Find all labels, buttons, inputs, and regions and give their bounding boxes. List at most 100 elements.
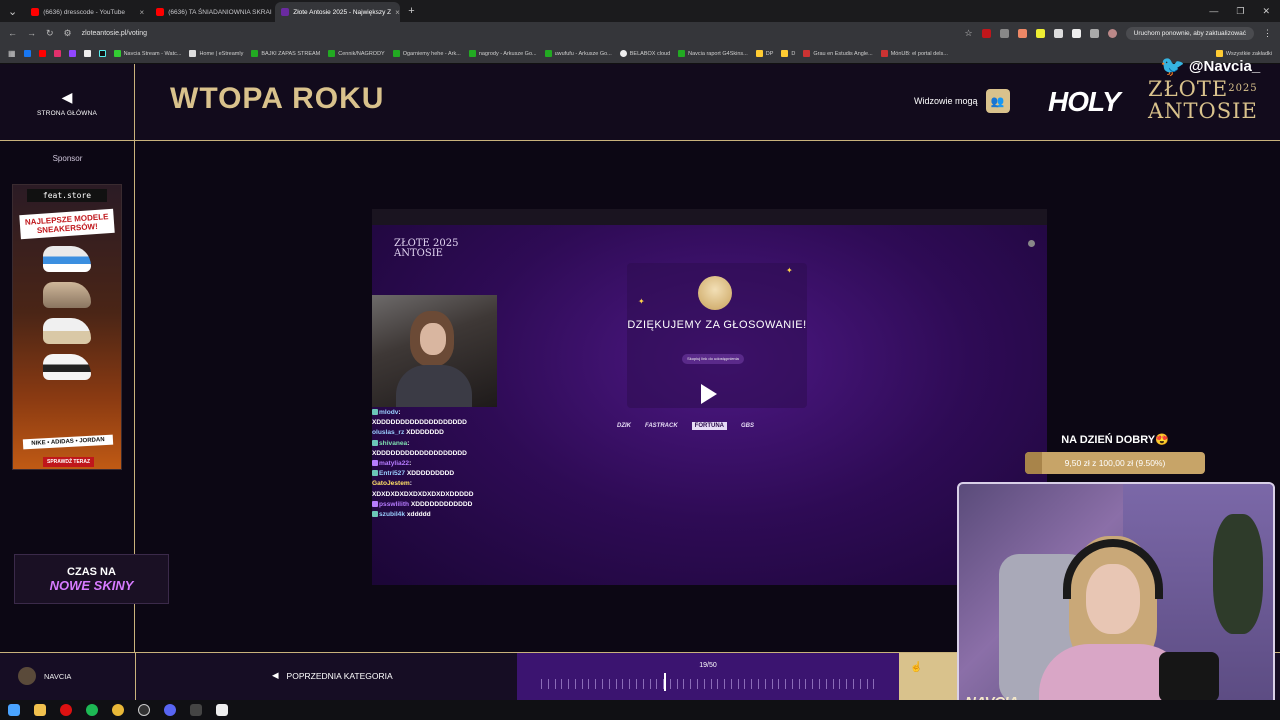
- bookmark-belabox[interactable]: BELABOX cloud: [619, 50, 670, 57]
- bookmark-star-icon[interactable]: ☆: [965, 28, 973, 39]
- bookmark-ogarniemy[interactable]: Ogarniemy hehe - Ark...: [392, 50, 461, 57]
- apps-icon[interactable]: ▦: [8, 49, 16, 58]
- reload-icon[interactable]: ↻: [46, 28, 54, 39]
- bookmark-icon-facebook[interactable]: [23, 50, 31, 57]
- extension-icon[interactable]: [1035, 28, 1045, 38]
- progress-tick: [825, 679, 827, 689]
- previous-category-button[interactable]: ◀ POPRZEDNIA KATEGORIA: [272, 670, 393, 681]
- bookmark-estreamly[interactable]: Home | eStreamly: [189, 50, 243, 57]
- nominee-video[interactable]: ZŁOTE 2025 ANTOSIE DZIĘKUJEMY ZA GŁOSOWA…: [372, 209, 1047, 585]
- close-window-icon[interactable]: ✕: [1262, 6, 1270, 17]
- bookmark-d[interactable]: D: [781, 50, 795, 57]
- close-icon[interactable]: ×: [395, 8, 400, 17]
- address-actions: ☆ Uruchom ponownie, aby zaktualizować ⋮: [965, 26, 1272, 40]
- browser-tab-youtube-1[interactable]: (6636) dresscode - YouTube ×: [25, 2, 150, 22]
- maximize-icon[interactable]: ❐: [1236, 6, 1244, 17]
- partner-logos: DZIK FASTRACK FORTUNA GBS: [617, 422, 754, 430]
- terminal-icon[interactable]: [190, 704, 202, 716]
- bookmark-icon-youtube[interactable]: [38, 50, 46, 57]
- menu-icon[interactable]: ⋮: [1263, 28, 1272, 39]
- file-explorer-icon[interactable]: [34, 704, 46, 716]
- new-tab-button[interactable]: +: [400, 5, 422, 17]
- bookmark-icon-x[interactable]: [83, 50, 91, 57]
- progress-tick: [574, 679, 576, 689]
- progress-tick: [703, 679, 705, 689]
- progress-tick: [642, 679, 644, 689]
- next-category-button[interactable]: [899, 653, 959, 701]
- opera-icon[interactable]: [60, 704, 72, 716]
- progress-tick: [615, 679, 617, 689]
- bookmark-icon-twitch[interactable]: [68, 50, 76, 57]
- sponsor-sidebar: Sponsor feat.store NAJLEPSZE MODELE SNEA…: [0, 141, 169, 652]
- back-icon[interactable]: ←: [8, 28, 17, 38]
- sponsor-ad-banner[interactable]: feat.store NAJLEPSZE MODELE SNEAKERSÓW! …: [12, 184, 122, 470]
- progress-tick: [771, 679, 773, 689]
- windows-start-icon[interactable]: [8, 704, 20, 716]
- sneaker-image: [43, 246, 91, 272]
- extension-icon[interactable]: [999, 28, 1009, 38]
- address-bar: ← → ↻ ⚙ zloteantosie.pl/voting ☆ Uruchom…: [0, 22, 1280, 44]
- browser-chrome: ⌄ (6636) dresscode - YouTube × (6636) TA…: [0, 0, 1280, 64]
- bookmark-bajki[interactable]: BAJKI ZAPAS STREAM: [251, 50, 320, 57]
- progress-tick: [751, 679, 753, 689]
- progress-tick: [547, 679, 549, 689]
- home-label: STRONA GŁÓWNA: [36, 109, 98, 117]
- browser-tab-youtube-2[interactable]: (6636) TA ŚNIADANIOWNIA SKRAI ×: [150, 2, 275, 22]
- forward-icon[interactable]: →: [27, 28, 36, 38]
- holy-logo: HOLY: [1048, 86, 1121, 117]
- home-button[interactable]: ◀ STRONA GŁÓWNA: [0, 64, 135, 141]
- bookmark-nagrody[interactable]: nagrody - Arkusze Go...: [468, 50, 537, 57]
- capcut-icon[interactable]: [216, 704, 228, 716]
- bookmark-cennik[interactable]: Cennik/NAGRODY: [328, 50, 385, 57]
- url-field[interactable]: zloteantosie.pl/voting: [82, 30, 147, 37]
- extension-icon[interactable]: [1017, 28, 1027, 38]
- extension-icon[interactable]: [1053, 28, 1063, 38]
- progress-tick: [690, 679, 692, 689]
- sneaker-image: [43, 318, 91, 344]
- ad-cta-button[interactable]: SPRAWDŹ TERAZ: [43, 457, 95, 467]
- tab-list-icon[interactable]: ⌄: [0, 5, 25, 18]
- progress-tick: [602, 679, 604, 689]
- bookmark-dp[interactable]: DP: [755, 50, 773, 57]
- bookmark-navcia-raport[interactable]: Navcia raport G4Skins...: [678, 50, 748, 57]
- bookmark-navcia-stream[interactable]: Navcia Stream - Watc...: [113, 50, 181, 57]
- windows-taskbar: [0, 700, 1280, 720]
- bookmark-grau[interactable]: Grau en Estudis Angle...: [803, 50, 873, 57]
- obs-icon[interactable]: [138, 704, 150, 716]
- discord-icon[interactable]: [164, 704, 176, 716]
- arrow-left-icon: ◀: [272, 670, 279, 680]
- browser-tab-zlote-antosie[interactable]: Złote Antosie 2025 - Największy Z ×: [275, 2, 401, 22]
- skins-banner[interactable]: CZAS NA NOWE SKINY: [14, 554, 169, 604]
- profile-avatar[interactable]: [1107, 28, 1117, 38]
- viewers-can-vote: Widzowie mogą 👥: [914, 89, 1010, 113]
- users-icon[interactable]: 👥: [985, 89, 1010, 113]
- progress-tick: [859, 679, 861, 689]
- progress-tick: [737, 679, 739, 689]
- restart-to-update-button[interactable]: Uruchom ponownie, aby zaktualizować: [1125, 26, 1254, 40]
- pointer-cursor-icon: ☝: [910, 662, 923, 673]
- play-icon[interactable]: [694, 381, 720, 407]
- partner-logo: DZIK: [617, 423, 631, 429]
- progress-tick: [595, 679, 597, 689]
- category-progress[interactable]: 19/50: [517, 653, 899, 701]
- progress-tick: [839, 679, 841, 689]
- bookmark-uwufufu[interactable]: uwufufu - Arkusze Go...: [544, 50, 612, 57]
- progress-tick: [778, 679, 780, 689]
- chat-line: XDDDDDDDDDDDDDDDDDDD: [372, 449, 467, 457]
- logged-user[interactable]: NAVCIA: [18, 667, 71, 685]
- progress-tick: [724, 679, 726, 689]
- extensions-puzzle-icon[interactable]: [1089, 28, 1099, 38]
- bookmark-icon-tiktok[interactable]: [98, 50, 106, 57]
- progress-tick: [561, 679, 563, 689]
- bookmark-monub[interactable]: MónUB: el portal dels...: [880, 50, 948, 57]
- extension-icon[interactable]: [981, 28, 991, 38]
- close-icon[interactable]: ×: [140, 8, 145, 17]
- minimize-icon[interactable]: —: [1209, 6, 1218, 17]
- progress-tick: [608, 679, 610, 689]
- chrome-icon[interactable]: [112, 704, 124, 716]
- bookmark-icon-instagram[interactable]: [53, 50, 61, 57]
- partner-logo: FORTUNA: [691, 422, 728, 430]
- site-info-icon[interactable]: ⚙: [64, 28, 72, 39]
- spotify-icon[interactable]: [86, 704, 98, 716]
- extension-icon[interactable]: [1071, 28, 1081, 38]
